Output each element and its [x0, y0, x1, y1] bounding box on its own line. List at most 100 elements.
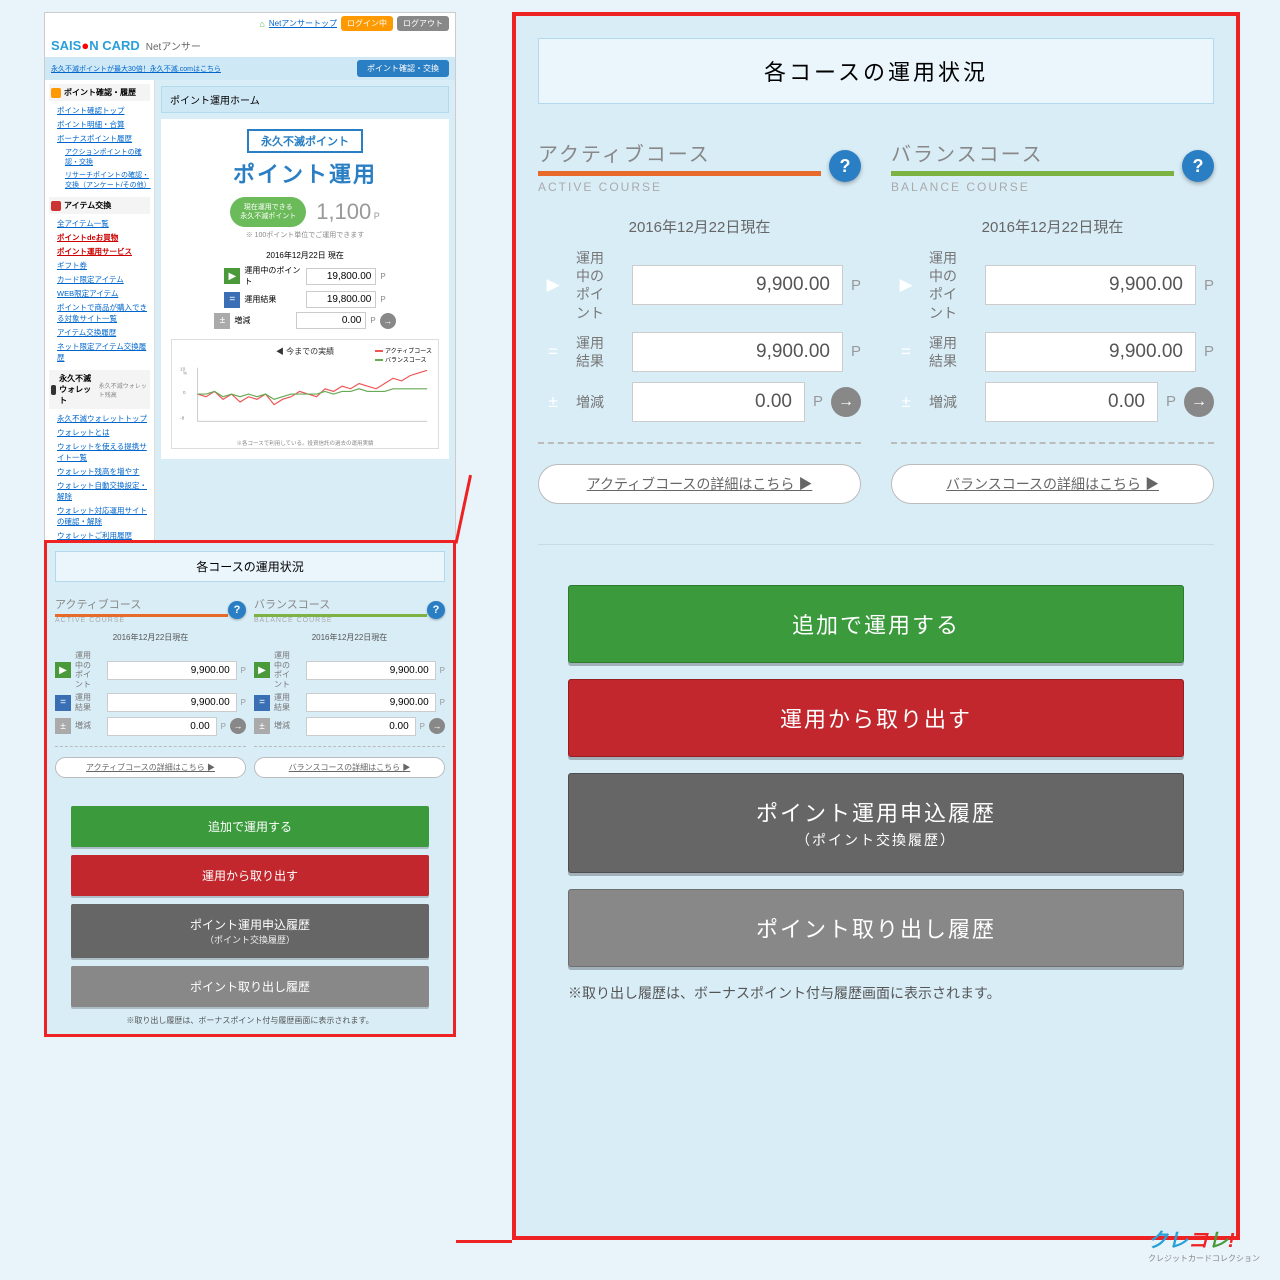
footer-note: ※取り出し履歴は、ボーナスポイント付与履歴画面に表示されます。 — [71, 1015, 429, 1026]
sidebar-link[interactable]: ポイント確認トップ — [57, 106, 125, 115]
course-detail-link[interactable]: バランスコースの詳細はこちら ▶ — [891, 464, 1214, 504]
stat-value: 19,800.00 — [306, 268, 376, 285]
course-stat-row: = 運用結果 9,900.00 P — [55, 693, 246, 712]
withdraw-button[interactable]: 運用から取り出す — [71, 855, 429, 896]
svg-text:%: % — [183, 371, 188, 377]
course-stat-row: ▶ 運用中のポイント 9,900.00 P — [55, 651, 246, 689]
arrow-icon[interactable]: → — [831, 387, 861, 417]
stat-icon: ± — [55, 718, 71, 734]
home-icon: ⌂ — [259, 19, 264, 29]
course-column: アクティブコース ACTIVE COURSE ? 2016年12月22日現在 ▶… — [55, 596, 246, 778]
course-name-jp: バランスコース — [254, 596, 427, 617]
course-date: 2016年12月22日現在 — [254, 632, 445, 643]
sidebar-link[interactable]: ポイントで商品が購入できる対象サイト一覧 — [57, 303, 147, 323]
course-detail-link[interactable]: アクティブコースの詳細はこちら ▶ — [538, 464, 861, 504]
stat-value: 9,900.00 — [632, 332, 843, 372]
point-unit: P — [241, 666, 246, 675]
course-stat-row: ± 増減 0.00 P → — [55, 717, 246, 736]
svg-text:0: 0 — [183, 390, 186, 396]
stat-label: 運用結果 — [244, 294, 302, 305]
stat-value: 0.00 — [107, 717, 217, 736]
arrow-icon[interactable]: → — [380, 313, 396, 329]
arrow-icon[interactable]: → — [230, 718, 246, 734]
stat-value: 9,900.00 — [107, 661, 237, 680]
sidebar-link[interactable]: ウォレット自動交換設定・解除 — [57, 481, 147, 501]
add-button[interactable]: 追加で運用する — [71, 806, 429, 847]
course-date: 2016年12月22日現在 — [55, 632, 246, 643]
course-name-en: ACTIVE COURSE — [55, 617, 228, 624]
stat-icon: = — [224, 292, 240, 308]
gift-icon — [51, 201, 61, 211]
promo-link[interactable]: 永久不滅ポイントが最大30倍！永久不滅.comはこちら — [51, 64, 221, 74]
sidebar-link[interactable]: ネット限定アイテム交換履歴 — [57, 342, 146, 362]
sidebar-link[interactable]: WEB限定アイテム — [57, 289, 118, 298]
sidebar-link[interactable]: カード限定アイテム — [57, 275, 124, 284]
course-column: バランスコース BALANCE COURSE ? 2016年12月22日現在 ▶… — [891, 138, 1214, 504]
stat-icon: = — [891, 337, 921, 367]
stat-label: 運用結果 — [75, 693, 103, 712]
help-icon[interactable]: ? — [427, 601, 445, 619]
sidebar-link[interactable]: ボーナスポイント履歴 — [57, 134, 132, 143]
courses-panel-large: 各コースの運用状況 アクティブコース ACTIVE COURSE ? 2016年… — [512, 12, 1240, 1240]
point-note: ※ 100ポイント単位でご運用できます — [171, 230, 439, 240]
courses-panel-small: 各コースの運用状況 アクティブコース ACTIVE COURSE ? 2016年… — [44, 540, 456, 1037]
sidebar-link[interactable]: ウォレットご利用履歴 — [57, 531, 132, 540]
help-icon[interactable]: ? — [829, 150, 861, 182]
stat-icon: = — [254, 695, 270, 711]
sidebar-link[interactable]: ウォレット対応運用サイトの確認・解除 — [57, 506, 147, 526]
stat-icon: = — [55, 695, 71, 711]
stat-label: 運用結果 — [576, 334, 624, 370]
performance-chart: ◀ 今までの実績 アクティブコース バランスコース 10% 0 -8 ※各コース… — [171, 339, 439, 449]
stat-label: 運用中のポイント — [244, 265, 302, 287]
stat-label: 運用中のポイント — [576, 249, 624, 322]
netanswer-top-link[interactable]: Netアンサートップ — [269, 18, 337, 29]
sidebar-link[interactable]: ウォレットを使える提携サイト一覧 — [57, 442, 147, 462]
stat-icon: ▶ — [55, 662, 71, 678]
course-name-jp: バランスコース — [891, 138, 1174, 176]
help-icon[interactable]: ? — [228, 601, 246, 619]
withdraw-history-button[interactable]: ポイント取り出し履歴 — [71, 966, 429, 1007]
stat-icon: ± — [891, 387, 921, 417]
stat-label: 増減 — [274, 721, 302, 731]
stat-icon: ▶ — [538, 270, 568, 300]
sidebar-link[interactable]: ポイント明細・合算 — [57, 120, 125, 129]
history-button-large[interactable]: ポイント運用申込履歴（ポイント交換履歴） — [568, 773, 1184, 873]
course-stat-row: ± 増減 0.00 P → — [254, 717, 445, 736]
brand-logo: SAIS●N CARD — [51, 38, 140, 53]
course-detail-link[interactable]: バランスコースの詳細はこちら ▶ — [254, 757, 445, 778]
stat-value: 9,900.00 — [985, 265, 1196, 305]
sidebar-link[interactable]: ポイント運用サービス — [57, 247, 132, 256]
point-check-button[interactable]: ポイント確認・交換 — [357, 60, 449, 77]
point-unit: P — [440, 666, 445, 675]
course-stat-row: ▶ 運用中のポイント 9,900.00 P — [538, 249, 861, 322]
sidebar-link[interactable]: アイテム交換履歴 — [57, 328, 116, 337]
stat-label: 運用結果 — [929, 334, 977, 370]
sidebar-link[interactable]: ウォレット残高を増やす — [57, 467, 140, 476]
arrow-icon[interactable]: → — [1184, 387, 1214, 417]
course-stat-row: ± 増減 0.00 P → — [538, 382, 861, 422]
withdraw-button-large[interactable]: 運用から取り出す — [568, 679, 1184, 757]
history-button[interactable]: ポイント運用申込履歴（ポイント交換履歴） — [71, 904, 429, 958]
help-icon[interactable]: ? — [1182, 150, 1214, 182]
logout-button[interactable]: ログアウト — [397, 16, 449, 31]
point-unit: P — [221, 722, 226, 731]
footer-note-large: ※取り出し履歴は、ボーナスポイント付与履歴画面に表示されます。 — [568, 983, 1184, 1003]
arrow-icon[interactable]: → — [429, 718, 445, 734]
course-detail-link[interactable]: アクティブコースの詳細はこちら ▶ — [55, 757, 246, 778]
stat-value: 0.00 — [296, 312, 366, 329]
withdraw-history-button-large[interactable]: ポイント取り出し履歴 — [568, 889, 1184, 967]
stat-label: 増減 — [929, 393, 977, 411]
sidebar-link[interactable]: ウォレットとは — [57, 428, 110, 437]
point-badge: 現在運用できる永久不滅ポイント — [230, 197, 306, 227]
point-unit: P — [241, 698, 246, 707]
stat-value: 9,900.00 — [985, 332, 1196, 372]
sidebar: ポイント確認・履歴 ポイント確認トップポイント明細・合算ボーナスポイント履歴アク… — [45, 80, 155, 613]
course-name-jp: アクティブコース — [538, 138, 821, 176]
sidebar-link[interactable]: 永久不滅ウォレットトップ — [57, 414, 147, 423]
course-stat-row: = 運用結果 9,900.00 P — [538, 332, 861, 372]
sidebar-link[interactable]: ポイントdeお買物 — [57, 233, 118, 242]
sidebar-link[interactable]: 全アイテム一覧 — [57, 219, 109, 228]
sidebar-link[interactable]: ギフト券 — [57, 261, 87, 270]
point-unit: P — [1166, 393, 1176, 410]
add-button-large[interactable]: 追加で運用する — [568, 585, 1184, 663]
